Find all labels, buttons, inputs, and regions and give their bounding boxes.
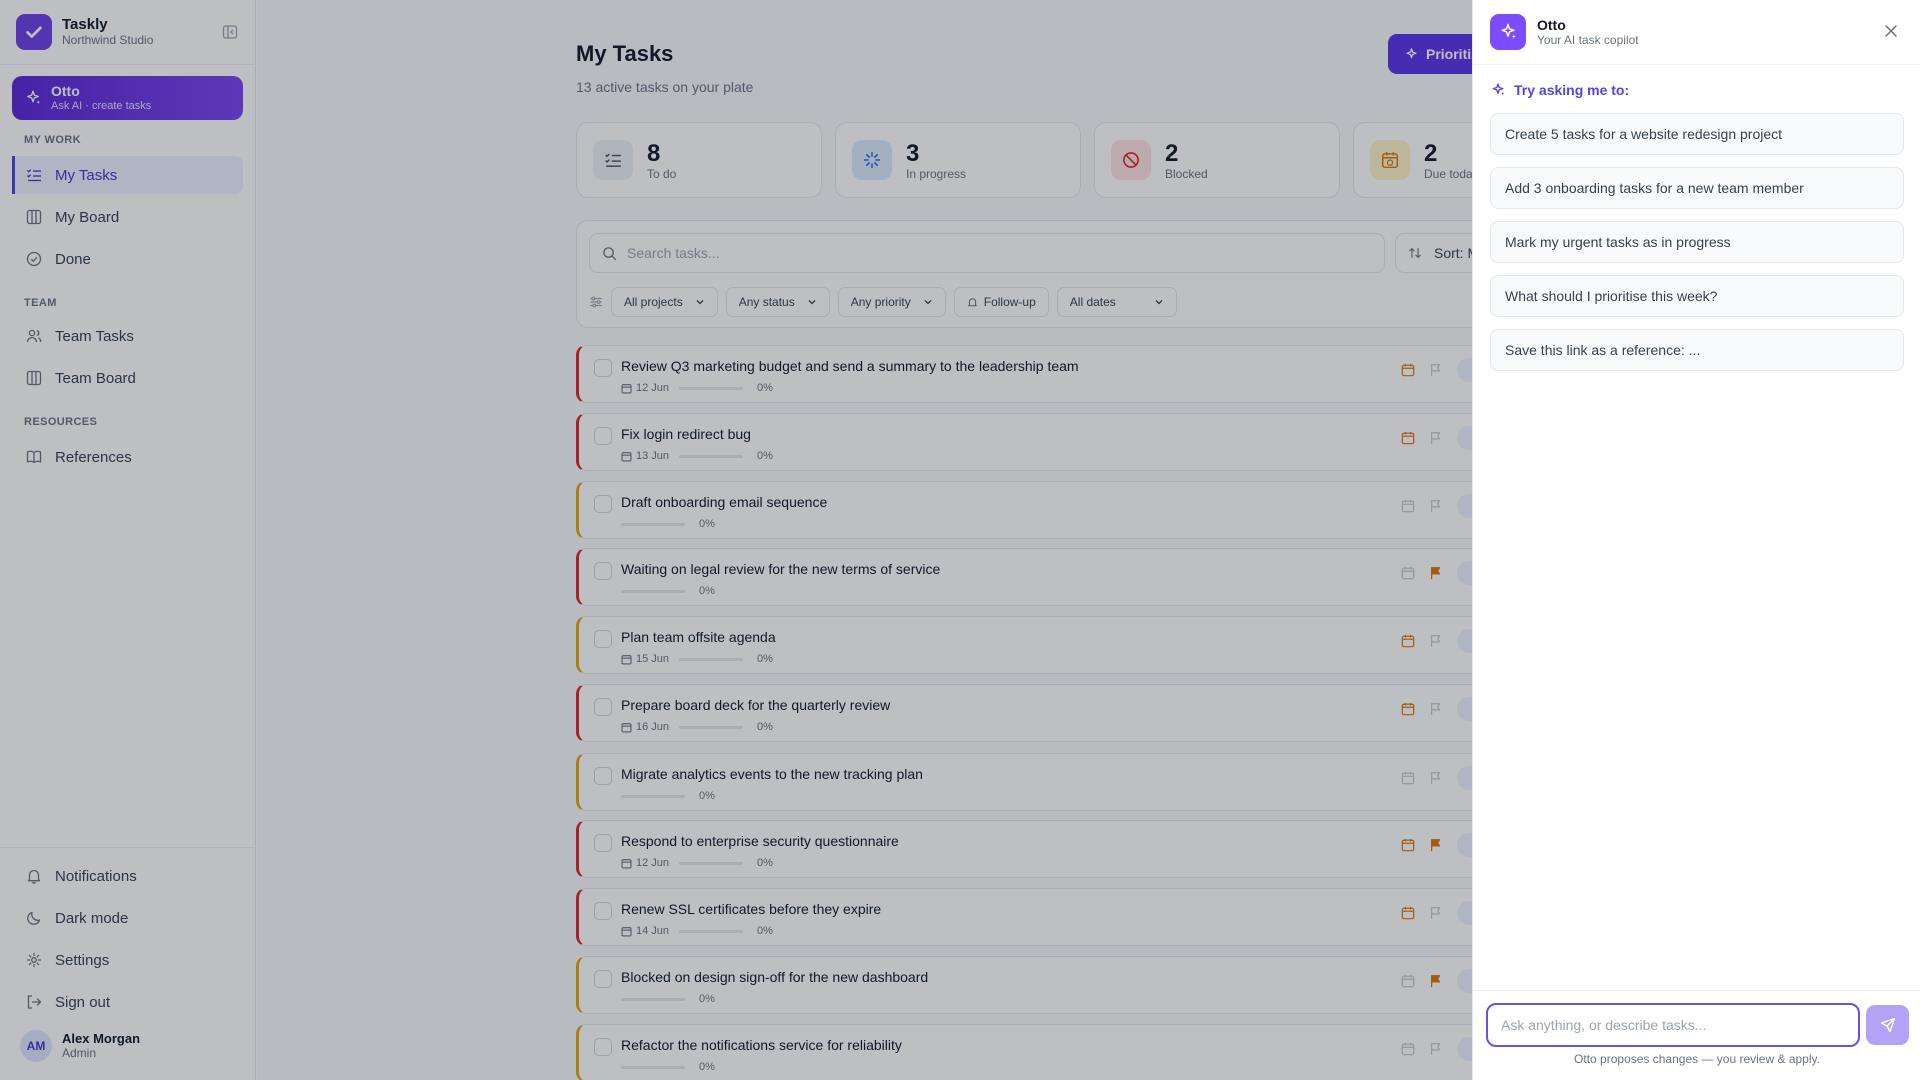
otto-drawer: Otto Your AI task copilot Try asking me …	[1472, 0, 1920, 1080]
suggestion-chip[interactable]: Save this link as a reference: ...	[1490, 329, 1904, 371]
suggestion-chip[interactable]: Add 3 onboarding tasks for a new team me…	[1490, 167, 1904, 209]
send-button[interactable]	[1866, 1005, 1909, 1045]
divider	[1473, 990, 1920, 991]
suggestion-chip[interactable]: Create 5 tasks for a website redesign pr…	[1490, 113, 1904, 155]
suggestion-chip[interactable]: Mark my urgent tasks as in progress	[1490, 221, 1904, 263]
try-asking-heading: Try asking me to:	[1490, 82, 1629, 98]
send-icon	[1880, 1017, 1896, 1033]
sparkle-icon	[1490, 82, 1506, 98]
ai-disclaimer: Otto proposes changes — you review & app…	[1574, 1052, 1820, 1066]
drawer-title: Otto	[1537, 16, 1566, 33]
suggestion-chip[interactable]: What should I prioritise this week?	[1490, 275, 1904, 317]
close-icon[interactable]	[1882, 22, 1900, 40]
chat-input[interactable]	[1501, 1017, 1841, 1033]
sparkle-icon	[1490, 14, 1526, 50]
modal-backdrop[interactable]	[0, 0, 1472, 1080]
chat-composer	[1486, 1003, 1860, 1047]
drawer-subtitle: Your AI task copilot	[1537, 32, 1639, 47]
try-label: Try asking me to:	[1514, 82, 1630, 98]
divider	[1473, 64, 1920, 65]
drawer-header: Otto Your AI task copilot	[1490, 14, 1639, 50]
